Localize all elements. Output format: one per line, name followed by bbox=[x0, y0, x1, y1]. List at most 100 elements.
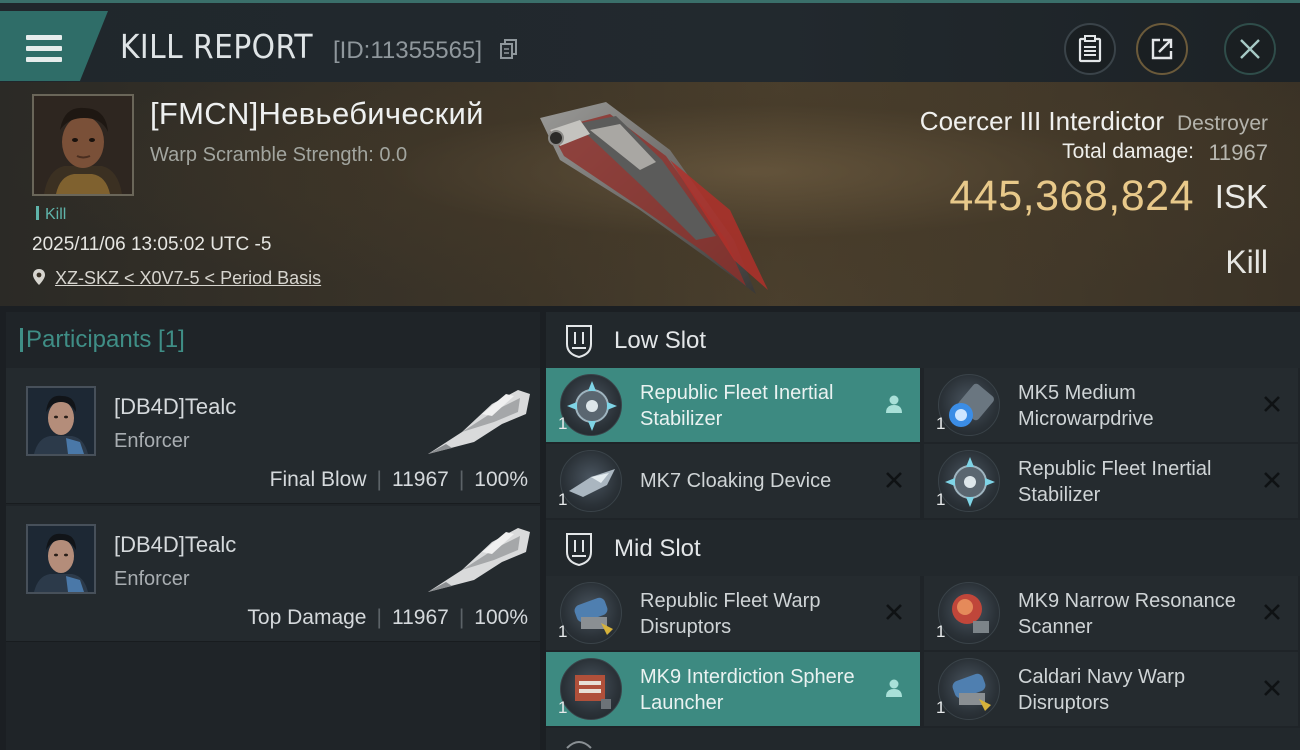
dropped-person-icon bbox=[882, 676, 906, 700]
module-quantity: 1 bbox=[558, 622, 568, 641]
participant-damage: 11967 bbox=[391, 606, 449, 629]
destroyed-x-icon bbox=[1260, 468, 1284, 492]
slot-icon bbox=[566, 741, 592, 749]
dropped-person-icon bbox=[882, 392, 906, 416]
participant-percent: 100% bbox=[474, 606, 528, 629]
share-button[interactable] bbox=[1136, 23, 1188, 75]
destroyed-x-icon bbox=[882, 468, 906, 492]
participants-title: Participants [1] bbox=[20, 326, 185, 353]
close-icon bbox=[1240, 39, 1260, 59]
total-damage-label: Total damage: bbox=[1062, 140, 1194, 163]
module-quantity: 1 bbox=[558, 414, 568, 433]
participant-ship-image[interactable] bbox=[422, 384, 532, 460]
kill-timestamp: 2025/11/06 13:05:02 UTC -5 bbox=[32, 234, 272, 255]
stat-divider: | bbox=[458, 606, 465, 629]
destroyed-x-icon bbox=[1260, 676, 1284, 700]
victim-banner: [FMCN]Невьебический Warp Scramble Streng… bbox=[0, 82, 1300, 306]
participant-role: Top Damage bbox=[247, 606, 367, 629]
module-quantity: 1 bbox=[558, 490, 568, 509]
microwarpdrive-icon bbox=[938, 374, 1000, 436]
fitting-panel: Low Slot 1 Republic Fleet Inertial Stabi… bbox=[546, 312, 1300, 750]
participant-stats: Top Damage | 11967 | 100% bbox=[247, 606, 528, 630]
victim-name[interactable]: [FMCN]Невьебический bbox=[150, 96, 484, 132]
module-item[interactable]: 1 MK5 Medium Microwarpdrive bbox=[924, 368, 1298, 442]
low-slot-header: Low Slot bbox=[546, 312, 1300, 368]
menu-button[interactable] bbox=[0, 11, 108, 81]
participant-name[interactable]: [DB4D]Tealc bbox=[114, 394, 236, 420]
stat-divider: | bbox=[376, 468, 382, 491]
participant-role: Final Blow bbox=[269, 468, 367, 491]
resonance-scanner-icon bbox=[938, 582, 1000, 644]
participant-ship-image[interactable] bbox=[422, 522, 532, 598]
victim-ship-name[interactable]: Coercer III Interdictor bbox=[920, 106, 1164, 137]
module-name: Republic Fleet Warp Disruptors bbox=[640, 590, 821, 638]
module-quantity: 1 bbox=[936, 698, 946, 717]
inertial-stabilizer-icon bbox=[560, 374, 622, 436]
mid-slot-title: Mid Slot bbox=[614, 535, 701, 562]
clipboard-icon bbox=[1078, 35, 1102, 63]
module-item[interactable]: 1 MK7 Cloaking Device bbox=[546, 444, 920, 518]
location-link[interactable]: XZ-SKZ < X0V7-5 < Period Basis bbox=[55, 268, 321, 289]
participant-portrait-image bbox=[28, 526, 94, 592]
destroyed-x-icon bbox=[1260, 392, 1284, 416]
participant-damage: 11967 bbox=[391, 468, 449, 491]
warp-disruptor-icon bbox=[938, 658, 1000, 720]
participant-ship: Enforcer bbox=[114, 568, 190, 590]
kill-tag: Kill bbox=[36, 206, 66, 224]
victim-avatar[interactable] bbox=[32, 94, 134, 196]
victim-ship-image[interactable] bbox=[520, 90, 780, 302]
cloaking-device-icon bbox=[560, 450, 622, 512]
module-quantity: 1 bbox=[936, 622, 946, 641]
result-label: Kill bbox=[1225, 244, 1268, 280]
participant-row[interactable]: [DB4D]Tealc Enforcer Final Blow | 11967 … bbox=[6, 368, 540, 504]
module-name: MK9 Interdiction Sphere Launcher bbox=[640, 666, 855, 714]
participant-percent: 100% bbox=[474, 468, 528, 491]
module-name: Republic Fleet Inertial Stabilizer bbox=[640, 382, 834, 430]
next-slot-header bbox=[546, 728, 1300, 750]
stat-divider: | bbox=[458, 468, 465, 491]
victim-ship-class: Destroyer bbox=[1176, 112, 1268, 135]
isk-value: 445,368,824 bbox=[949, 172, 1194, 220]
module-item[interactable]: 1 Republic Fleet Warp Disruptors bbox=[546, 576, 920, 650]
inertial-stabilizer-icon bbox=[938, 450, 1000, 512]
module-quantity: 1 bbox=[936, 490, 946, 509]
module-item[interactable]: 1 Republic Fleet Inertial Stabilizer bbox=[924, 444, 1298, 518]
victim-portrait-image bbox=[34, 96, 132, 194]
mid-slot-icon bbox=[566, 533, 592, 566]
low-slot-icon bbox=[566, 325, 592, 358]
module-name: Caldari Navy Warp Disruptors bbox=[1018, 666, 1186, 714]
destroyed-x-icon bbox=[882, 600, 906, 624]
share-icon bbox=[1151, 38, 1173, 60]
close-button[interactable] bbox=[1224, 23, 1276, 75]
copy-id-icon[interactable] bbox=[500, 39, 518, 59]
report-id: [ID:11355565] bbox=[333, 37, 483, 64]
participant-stats: Final Blow | 11967 | 100% bbox=[270, 468, 528, 492]
module-name: MK9 Narrow Resonance Scanner bbox=[1018, 590, 1236, 638]
participant-portrait-image bbox=[28, 388, 94, 454]
module-name: MK5 Medium Microwarpdrive bbox=[1018, 382, 1154, 430]
module-quantity: 1 bbox=[936, 414, 946, 433]
participant-avatar[interactable] bbox=[26, 386, 96, 456]
location-pin-icon bbox=[33, 269, 45, 285]
participant-name[interactable]: [DB4D]Tealc bbox=[114, 532, 236, 558]
module-item[interactable]: 1 MK9 Narrow Resonance Scanner bbox=[924, 576, 1298, 650]
module-item[interactable]: 1 Caldari Navy Warp Disruptors bbox=[924, 652, 1298, 726]
participant-avatar[interactable] bbox=[26, 524, 96, 594]
participants-panel: Participants [1] [DB4D]Tealc Enforcer Fi… bbox=[6, 312, 540, 750]
destroyed-x-icon bbox=[1260, 600, 1284, 624]
mid-slot-header: Mid Slot bbox=[546, 520, 1300, 576]
module-name: MK7 Cloaking Device bbox=[640, 470, 832, 492]
stat-divider: | bbox=[376, 606, 382, 629]
interdiction-launcher-icon bbox=[560, 658, 622, 720]
page-title: KILL REPORT bbox=[120, 27, 314, 66]
total-damage-value: 11967 bbox=[1208, 140, 1268, 165]
participant-row[interactable]: [DB4D]Tealc Enforcer Top Damage | 11967 … bbox=[6, 506, 540, 642]
module-item[interactable]: 1 MK9 Interdiction Sphere Launcher bbox=[546, 652, 920, 726]
warp-scramble-strength: Warp Scramble Strength: 0.0 bbox=[150, 144, 408, 166]
module-item[interactable]: 1 Republic Fleet Inertial Stabilizer bbox=[546, 368, 920, 442]
hamburger-menu-icon bbox=[26, 35, 62, 63]
clipboard-button[interactable] bbox=[1064, 23, 1116, 75]
warp-disruptor-icon bbox=[560, 582, 622, 644]
low-slot-title: Low Slot bbox=[614, 327, 707, 354]
module-name: Republic Fleet Inertial Stabilizer bbox=[1018, 458, 1212, 506]
